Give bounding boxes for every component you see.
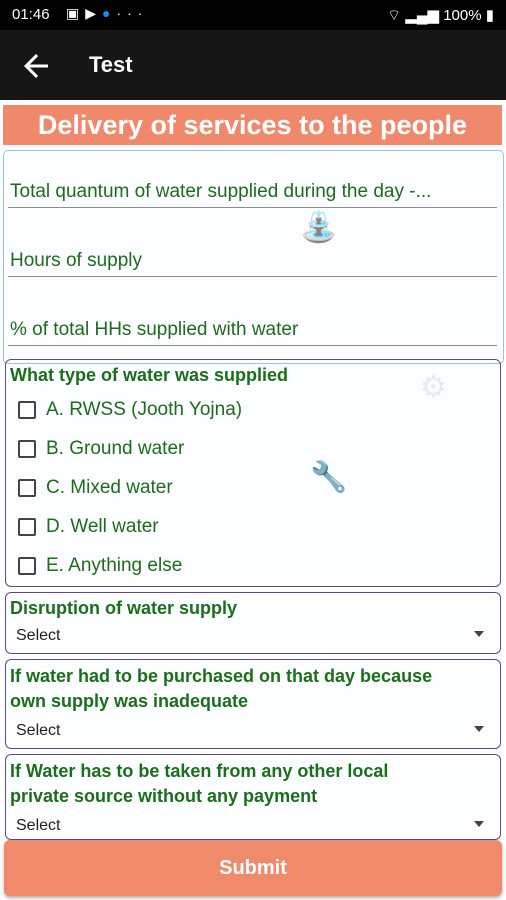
checkbox-icon — [18, 401, 36, 419]
water-type-section: What type of water was supplied A. RWSS … — [5, 359, 501, 587]
status-bar: 01:46 ▣▶●··· ⌔ ▂▄▆ 100% ▮ — [0, 0, 506, 30]
disruption-select[interactable]: Select — [14, 623, 494, 649]
status-right: ⌔ ▂▄▆ 100% ▮ — [387, 6, 494, 25]
purchased-section: If water had to be purchased on that day… — [5, 659, 501, 749]
checkbox-well-water[interactable]: D. Well water — [18, 512, 159, 542]
purchased-label-line1: If water had to be purchased on that day… — [10, 666, 433, 686]
hhs-supplied-percent-field[interactable]: % of total HHs supplied with water — [8, 309, 497, 346]
local-source-select-value: Select — [16, 817, 61, 834]
more-dots-icon: ··· — [116, 5, 149, 21]
checkbox-icon — [18, 557, 36, 575]
purchased-label-line2: own supply was inadequate — [10, 691, 249, 711]
checkbox-icon — [18, 479, 36, 497]
water-quantum-hint: Total quantum of water supplied during t… — [10, 181, 432, 202]
vpn-dot-icon: ● — [102, 5, 117, 21]
disruption-label: Disruption of water supply — [10, 598, 238, 618]
local-source-label-line1: If Water has to be taken from any other … — [10, 761, 389, 781]
form-content[interactable]: ⛲ ⚙ 🔧 Delivery of services to the people… — [0, 100, 506, 900]
checkbox-label: A. RWSS (Jooth Yojna) — [46, 399, 243, 420]
disruption-select-value: Select — [16, 627, 61, 644]
checkbox-rwss[interactable]: A. RWSS (Jooth Yojna) — [18, 395, 242, 425]
back-button[interactable] — [18, 48, 54, 84]
wifi-icon: ⌔ — [387, 7, 402, 24]
checkbox-icon — [18, 518, 36, 536]
image-icon: ▣ — [66, 5, 86, 21]
text-field-group: Total quantum of water supplied during t… — [3, 150, 504, 364]
app-title: Test — [89, 52, 133, 77]
purchased-select[interactable]: Select — [14, 718, 494, 744]
dropdown-arrow-icon — [474, 726, 484, 732]
hours-of-supply-field[interactable]: Hours of supply — [8, 240, 497, 277]
battery-icon: ▮ — [485, 7, 494, 24]
dropdown-arrow-icon — [474, 821, 484, 827]
checkbox-label: E. Anything else — [46, 555, 183, 576]
checkbox-label: C. Mixed water — [46, 477, 173, 498]
local-source-section: If Water has to be taken from any other … — [5, 754, 501, 840]
checkbox-icon — [18, 440, 36, 458]
checkbox-label: B. Ground water — [46, 438, 185, 459]
purchased-select-value: Select — [16, 722, 61, 739]
app-bar: Test — [0, 30, 506, 100]
play-icon: ▶ — [85, 5, 103, 21]
submit-button[interactable]: Submit — [4, 840, 502, 896]
checkbox-mixed-water[interactable]: C. Mixed water — [18, 473, 173, 503]
form-header: Delivery of services to the people — [3, 105, 502, 145]
dropdown-arrow-icon — [474, 631, 484, 637]
checkbox-ground-water[interactable]: B. Ground water — [18, 434, 184, 464]
checkbox-anything-else[interactable]: E. Anything else — [18, 551, 182, 581]
local-source-select[interactable]: Select — [14, 813, 494, 839]
checkbox-label: D. Well water — [46, 516, 159, 537]
status-time: 01:46 — [12, 6, 50, 23]
hours-of-supply-hint: Hours of supply — [10, 250, 143, 271]
battery-level: 100% — [443, 7, 482, 24]
disruption-section: Disruption of water supply Select — [5, 592, 501, 654]
water-type-label: What type of water was supplied — [10, 365, 289, 385]
arrow-left-icon — [24, 54, 48, 78]
signal-icon: ▂▄▆ — [405, 7, 440, 24]
hhs-supplied-percent-hint: % of total HHs supplied with water — [10, 319, 299, 340]
status-notification-icons: ▣▶●··· — [66, 5, 148, 22]
local-source-label-line2: private source without any payment — [10, 786, 318, 806]
water-quantum-field[interactable]: Total quantum of water supplied during t… — [8, 171, 497, 208]
